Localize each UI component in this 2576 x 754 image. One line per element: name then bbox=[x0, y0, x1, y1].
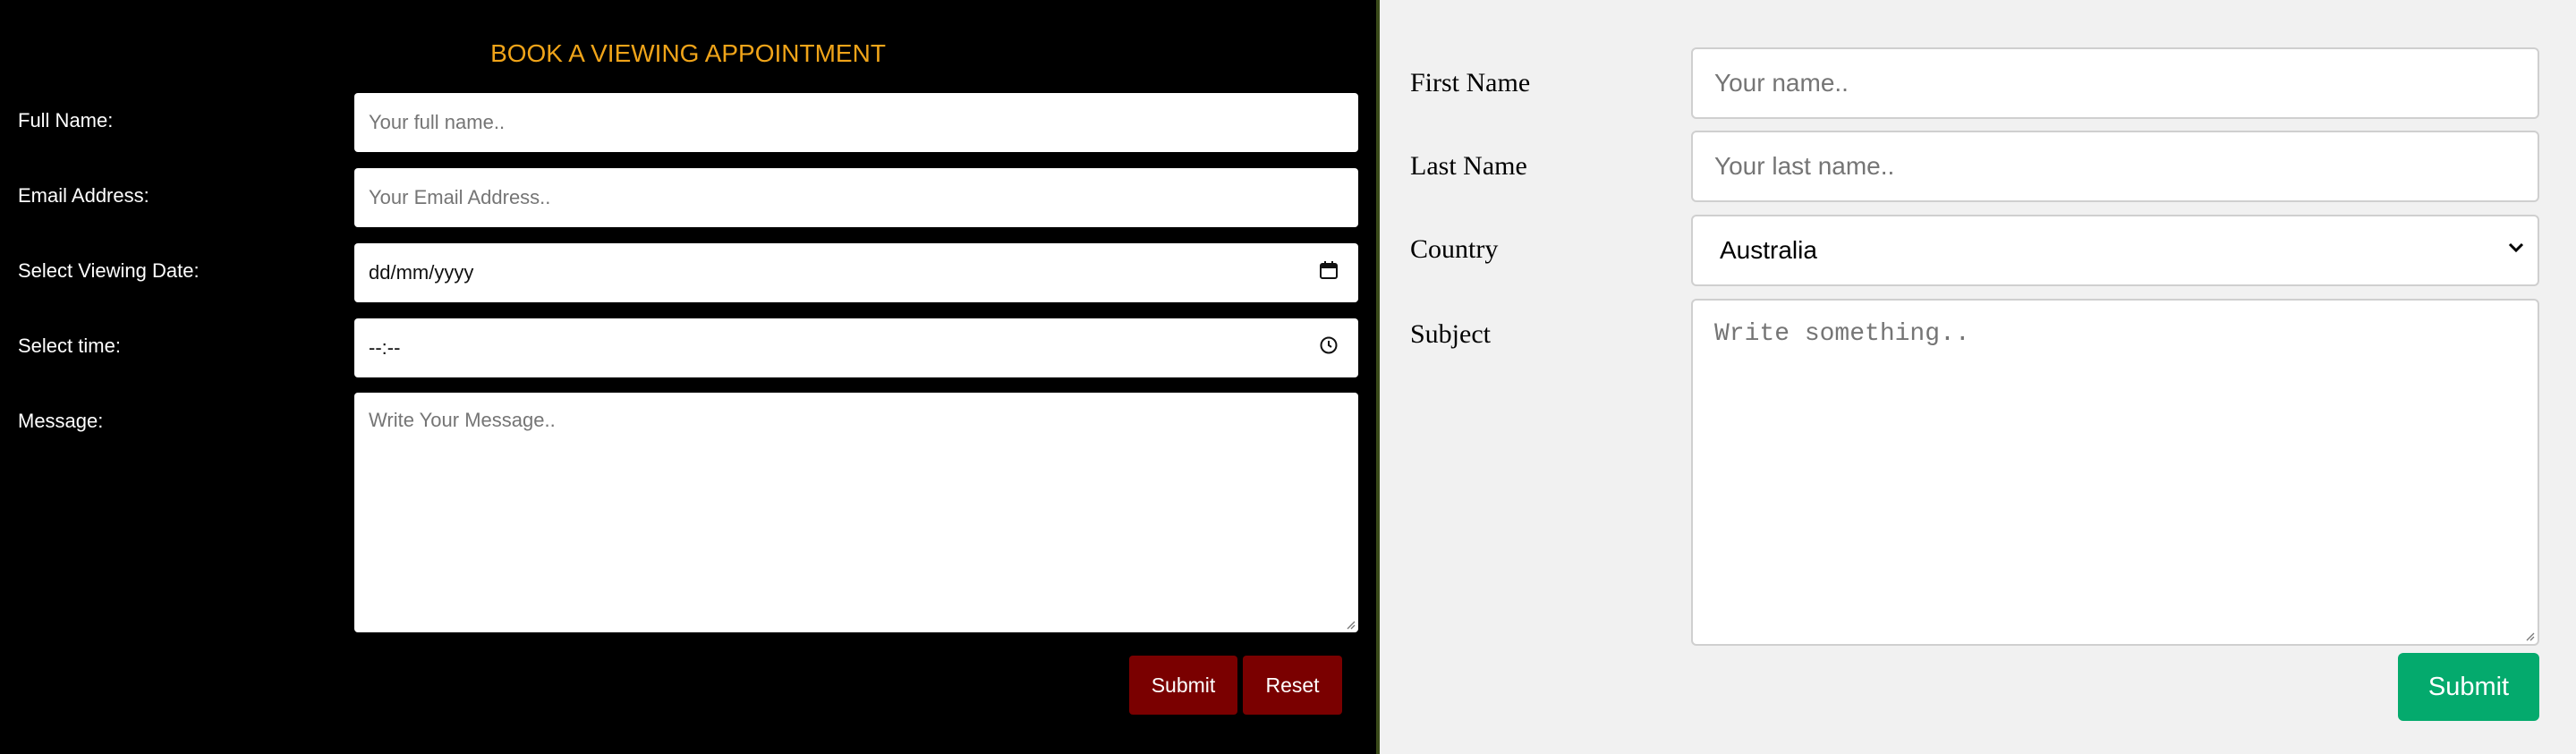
full-name-label: Full Name: bbox=[18, 109, 114, 131]
booking-submit-button[interactable]: Submit bbox=[1129, 656, 1237, 715]
time-input[interactable]: --:-- bbox=[354, 318, 1358, 377]
date-value: dd/mm/yyyy bbox=[369, 261, 474, 284]
country-label: Country bbox=[1410, 234, 1499, 264]
message-label: Message: bbox=[18, 410, 104, 432]
first-name-label: First Name bbox=[1410, 68, 1531, 97]
resize-grip-icon[interactable] bbox=[1345, 619, 1356, 630]
last-name-label: Last Name bbox=[1410, 151, 1527, 181]
country-select[interactable]: Australia bbox=[1691, 215, 2539, 286]
last-name-input[interactable]: Your last name.. bbox=[1691, 131, 2539, 202]
booking-form-title: BOOK A VIEWING APPOINTMENT bbox=[490, 39, 886, 67]
full-name-input[interactable]: Your full name.. bbox=[354, 93, 1358, 152]
contact-submit-button[interactable]: Submit bbox=[2398, 653, 2539, 721]
subject-placeholder: Write something.. bbox=[1714, 320, 1970, 348]
message-placeholder: Write Your Message.. bbox=[369, 409, 556, 431]
clock-icon[interactable] bbox=[1319, 335, 1339, 360]
email-input[interactable]: Your Email Address.. bbox=[354, 168, 1358, 227]
chevron-down-icon[interactable] bbox=[2505, 236, 2527, 265]
country-selected-value: Australia bbox=[1720, 236, 1817, 264]
resize-grip-icon[interactable] bbox=[2524, 631, 2535, 641]
time-label: Select time: bbox=[18, 335, 121, 357]
time-value: --:-- bbox=[369, 336, 401, 359]
booking-reset-button[interactable]: Reset bbox=[1243, 656, 1342, 715]
last-name-placeholder: Your last name.. bbox=[1714, 152, 1895, 180]
message-textarea[interactable]: Write Your Message.. bbox=[354, 393, 1358, 632]
viewing-date-input[interactable]: dd/mm/yyyy bbox=[354, 243, 1358, 302]
first-name-placeholder: Your name.. bbox=[1714, 69, 1849, 97]
subject-label: Subject bbox=[1410, 319, 1491, 349]
viewing-date-label: Select Viewing Date: bbox=[18, 259, 200, 282]
calendar-icon[interactable] bbox=[1319, 260, 1339, 285]
full-name-placeholder: Your full name.. bbox=[369, 111, 506, 133]
subject-textarea[interactable]: Write something.. bbox=[1691, 299, 2539, 646]
first-name-input[interactable]: Your name.. bbox=[1691, 47, 2539, 119]
email-placeholder: Your Email Address.. bbox=[369, 186, 551, 208]
email-label: Email Address: bbox=[18, 184, 149, 207]
